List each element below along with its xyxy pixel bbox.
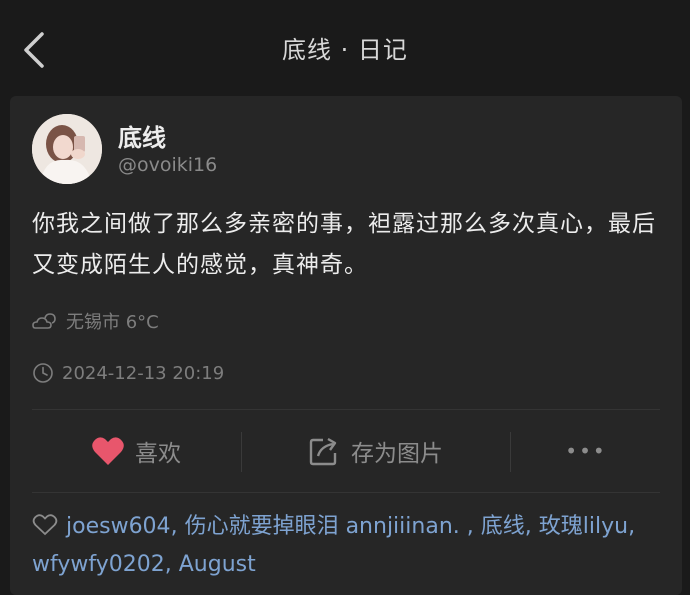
liked-by-list: joesw604, 伤心就要掉眼泪 annjiiinan. , 底线, 玫瑰li… [32,514,636,577]
weather-info: 无锡市 6°C [32,308,159,334]
liker-name[interactable]: annjiiinan. [346,514,460,539]
heart-outline-icon [32,514,58,536]
like-button[interactable]: 喜欢 [32,426,240,476]
liker-name[interactable]: wfywfy0202 [32,552,165,577]
weather-text: 无锡市 6°C [66,312,159,333]
divider [32,409,660,410]
author-name[interactable]: 底线 [118,118,166,153]
avatar[interactable] [32,114,102,184]
liker-name[interactable]: 伤心就要掉眼泪 [185,514,339,539]
more-icon: ••• [565,439,607,463]
diary-card: 底线 @ovoiki16 你我之间做了那么多亲密的事，袒露过那么多次真心，最后又… [10,96,682,595]
clock-icon [33,363,53,383]
post-content: 你我之间做了那么多亲密的事，袒露过那么多次真心，最后又变成陌生人的感觉，真神奇。 [32,211,656,278]
liker-name[interactable]: 玫瑰lilyu [539,514,628,539]
more-button[interactable]: ••• [511,426,661,476]
liker-name[interactable]: joesw604 [66,514,171,539]
save-image-label: 存为图片 [351,441,443,467]
liker-name[interactable]: 底线 [481,514,525,539]
divider [32,492,660,493]
author-handle: @ovoiki16 [118,154,218,176]
share-export-icon [309,437,337,466]
page-title: 底线 · 日记 [282,36,408,64]
liker-name[interactable]: August [179,552,256,577]
timestamp: 2024-12-13 20:19 [32,362,224,384]
top-bar: 底线 · 日记 [0,0,690,96]
save-image-button[interactable]: 存为图片 [242,426,510,476]
datetime-text: 2024-12-13 20:19 [62,362,225,384]
heart-icon [92,437,124,465]
cloud-sun-icon [32,313,56,329]
avatar-image [32,114,102,184]
like-label: 喜欢 [135,441,181,467]
